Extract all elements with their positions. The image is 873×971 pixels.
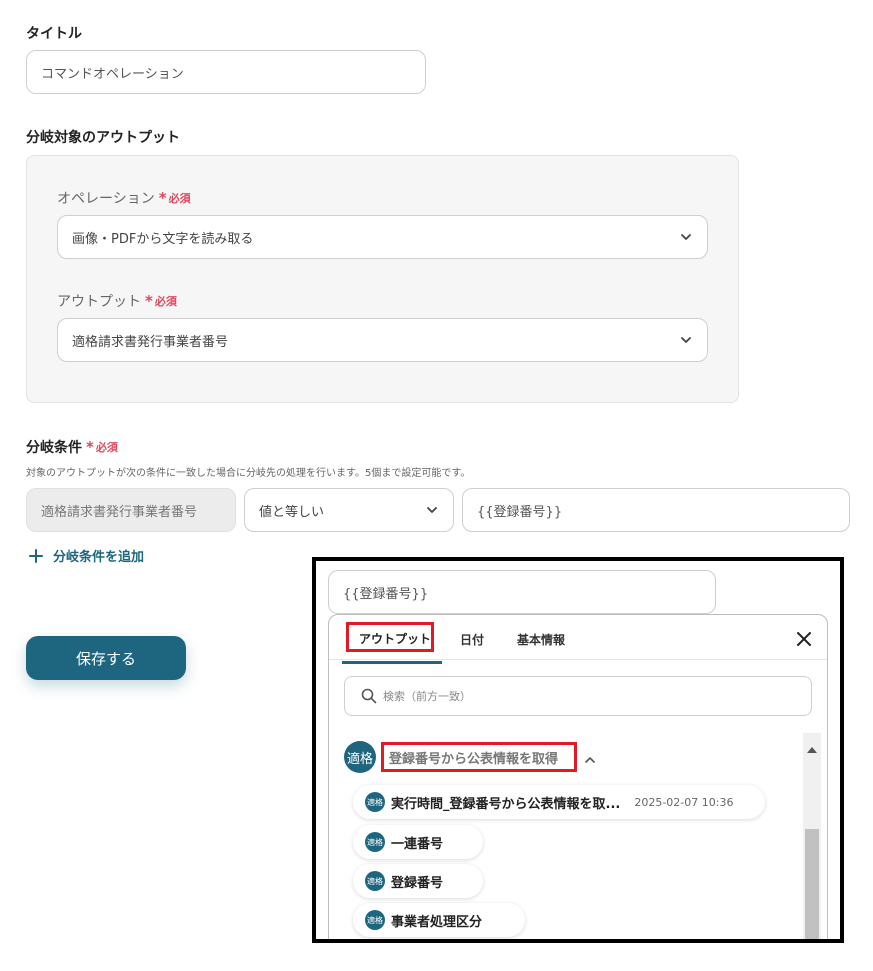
output-label-row: アウトプット * 必須 xyxy=(57,291,177,311)
add-condition-label: 分岐条件を追加 xyxy=(53,550,145,565)
item-badge: 適格 xyxy=(365,832,385,852)
output-select-value: 適格請求書発行事業者番号 xyxy=(72,334,229,350)
condition-value: {{登録番号}} xyxy=(477,504,563,520)
list-item[interactable]: 適格 登録番号 xyxy=(353,864,483,898)
branch-output-panel: オペレーション * 必須 画像・PDFから文字を読み取る アウトプット * 必須… xyxy=(26,155,739,403)
list-item[interactable]: 適格 事業者処理区分 xyxy=(353,903,525,937)
branch-condition-label-row: 分岐条件 * 必須 xyxy=(26,437,118,457)
branch-output-label: 分岐対象のアウトプット xyxy=(26,130,180,146)
chevron-down-icon xyxy=(679,333,693,347)
scroll-up-arrow-icon[interactable] xyxy=(807,739,817,753)
search-icon xyxy=(361,688,377,704)
output-select[interactable]: 適格請求書発行事業者番号 xyxy=(57,318,708,362)
tab-output-label: アウトプット xyxy=(359,632,432,646)
required-text: 必須 xyxy=(168,192,191,205)
search-input[interactable]: 検索（前方一致） xyxy=(344,676,812,716)
required-star: * xyxy=(145,292,153,310)
search-placeholder: 検索（前方一致） xyxy=(383,690,471,703)
output-label: アウトプット xyxy=(57,294,141,310)
item-label: 実行時間_登録番号から公表情報を取... xyxy=(391,796,621,812)
condition-field-value: 適格請求書発行事業者番号 xyxy=(41,504,198,520)
tab-output[interactable]: アウトプット xyxy=(342,622,442,664)
item-badge: 適格 xyxy=(365,910,385,930)
branch-condition-label: 分岐条件 xyxy=(26,440,82,456)
condition-field: 適格請求書発行事業者番号 xyxy=(26,488,236,532)
group-label[interactable]: 登録番号から公表情報を取得 xyxy=(389,748,558,767)
overlay-value-input[interactable]: {{登録番号}} xyxy=(328,570,716,614)
operation-label: オペレーション xyxy=(57,191,155,207)
condition-operator-select[interactable]: 値と等しい xyxy=(244,488,454,532)
plus-icon xyxy=(28,548,44,564)
active-tab-indicator xyxy=(342,661,442,664)
scrollbar[interactable] xyxy=(803,733,821,939)
item-label: 一連番号 xyxy=(391,836,444,852)
save-button-label: 保存する xyxy=(75,649,136,668)
item-meta: 2025-02-07 10:36 xyxy=(634,795,734,809)
chevron-down-icon xyxy=(679,230,693,244)
variable-picker-popup: アウトプット 日付 基本情報 検索（前方一致） 適格 登録番号から公表情報を取得… xyxy=(328,614,828,939)
required-star: * xyxy=(158,189,167,207)
required-text: 必須 xyxy=(154,295,177,308)
group-badge: 適格 xyxy=(344,741,376,773)
add-condition-button[interactable]: 分岐条件を追加 xyxy=(28,546,144,565)
list-item[interactable]: 適格 実行時間_登録番号から公表情報を取... 2025-02-07 10:36 xyxy=(353,785,765,819)
branch-condition-description: 対象のアウトプットが次の条件に一致した場合に分岐先の処理を行います。5個まで設定… xyxy=(26,468,471,479)
tab-date[interactable]: 日付 xyxy=(460,631,484,648)
scrollbar-thumb[interactable] xyxy=(805,829,819,939)
required-star: * xyxy=(86,438,94,456)
close-icon[interactable] xyxy=(795,630,813,648)
item-label: 事業者処理区分 xyxy=(391,914,483,930)
condition-value-input[interactable]: {{登録番号}} xyxy=(462,488,850,532)
operation-select-value: 画像・PDFから文字を読み取る xyxy=(72,231,254,247)
tab-basic-info[interactable]: 基本情報 xyxy=(517,631,565,648)
condition-operator-value: 値と等しい xyxy=(259,504,325,520)
required-text: 必須 xyxy=(95,441,118,454)
item-badge: 適格 xyxy=(365,871,385,891)
operation-label-row: オペレーション * 必須 xyxy=(57,188,191,208)
zoom-overlay: {{登録番号}} アウトプット 日付 基本情報 検索（前方一致） 適格 登録番号… xyxy=(312,557,844,943)
operation-select[interactable]: 画像・PDFから文字を読み取る xyxy=(57,215,708,259)
title-input[interactable]: コマンドオペレーション xyxy=(26,50,426,94)
title-label: タイトル xyxy=(26,26,82,42)
save-button[interactable]: 保存する xyxy=(26,636,186,680)
title-input-value: コマンドオペレーション xyxy=(41,66,184,82)
chevron-down-icon xyxy=(425,503,439,517)
tabs-divider xyxy=(329,659,827,660)
list-item[interactable]: 適格 一連番号 xyxy=(353,825,483,859)
item-badge: 適格 xyxy=(365,792,385,812)
chevron-up-icon[interactable] xyxy=(584,751,596,763)
overlay-value: {{登録番号}} xyxy=(343,586,429,602)
item-label: 登録番号 xyxy=(391,875,444,891)
